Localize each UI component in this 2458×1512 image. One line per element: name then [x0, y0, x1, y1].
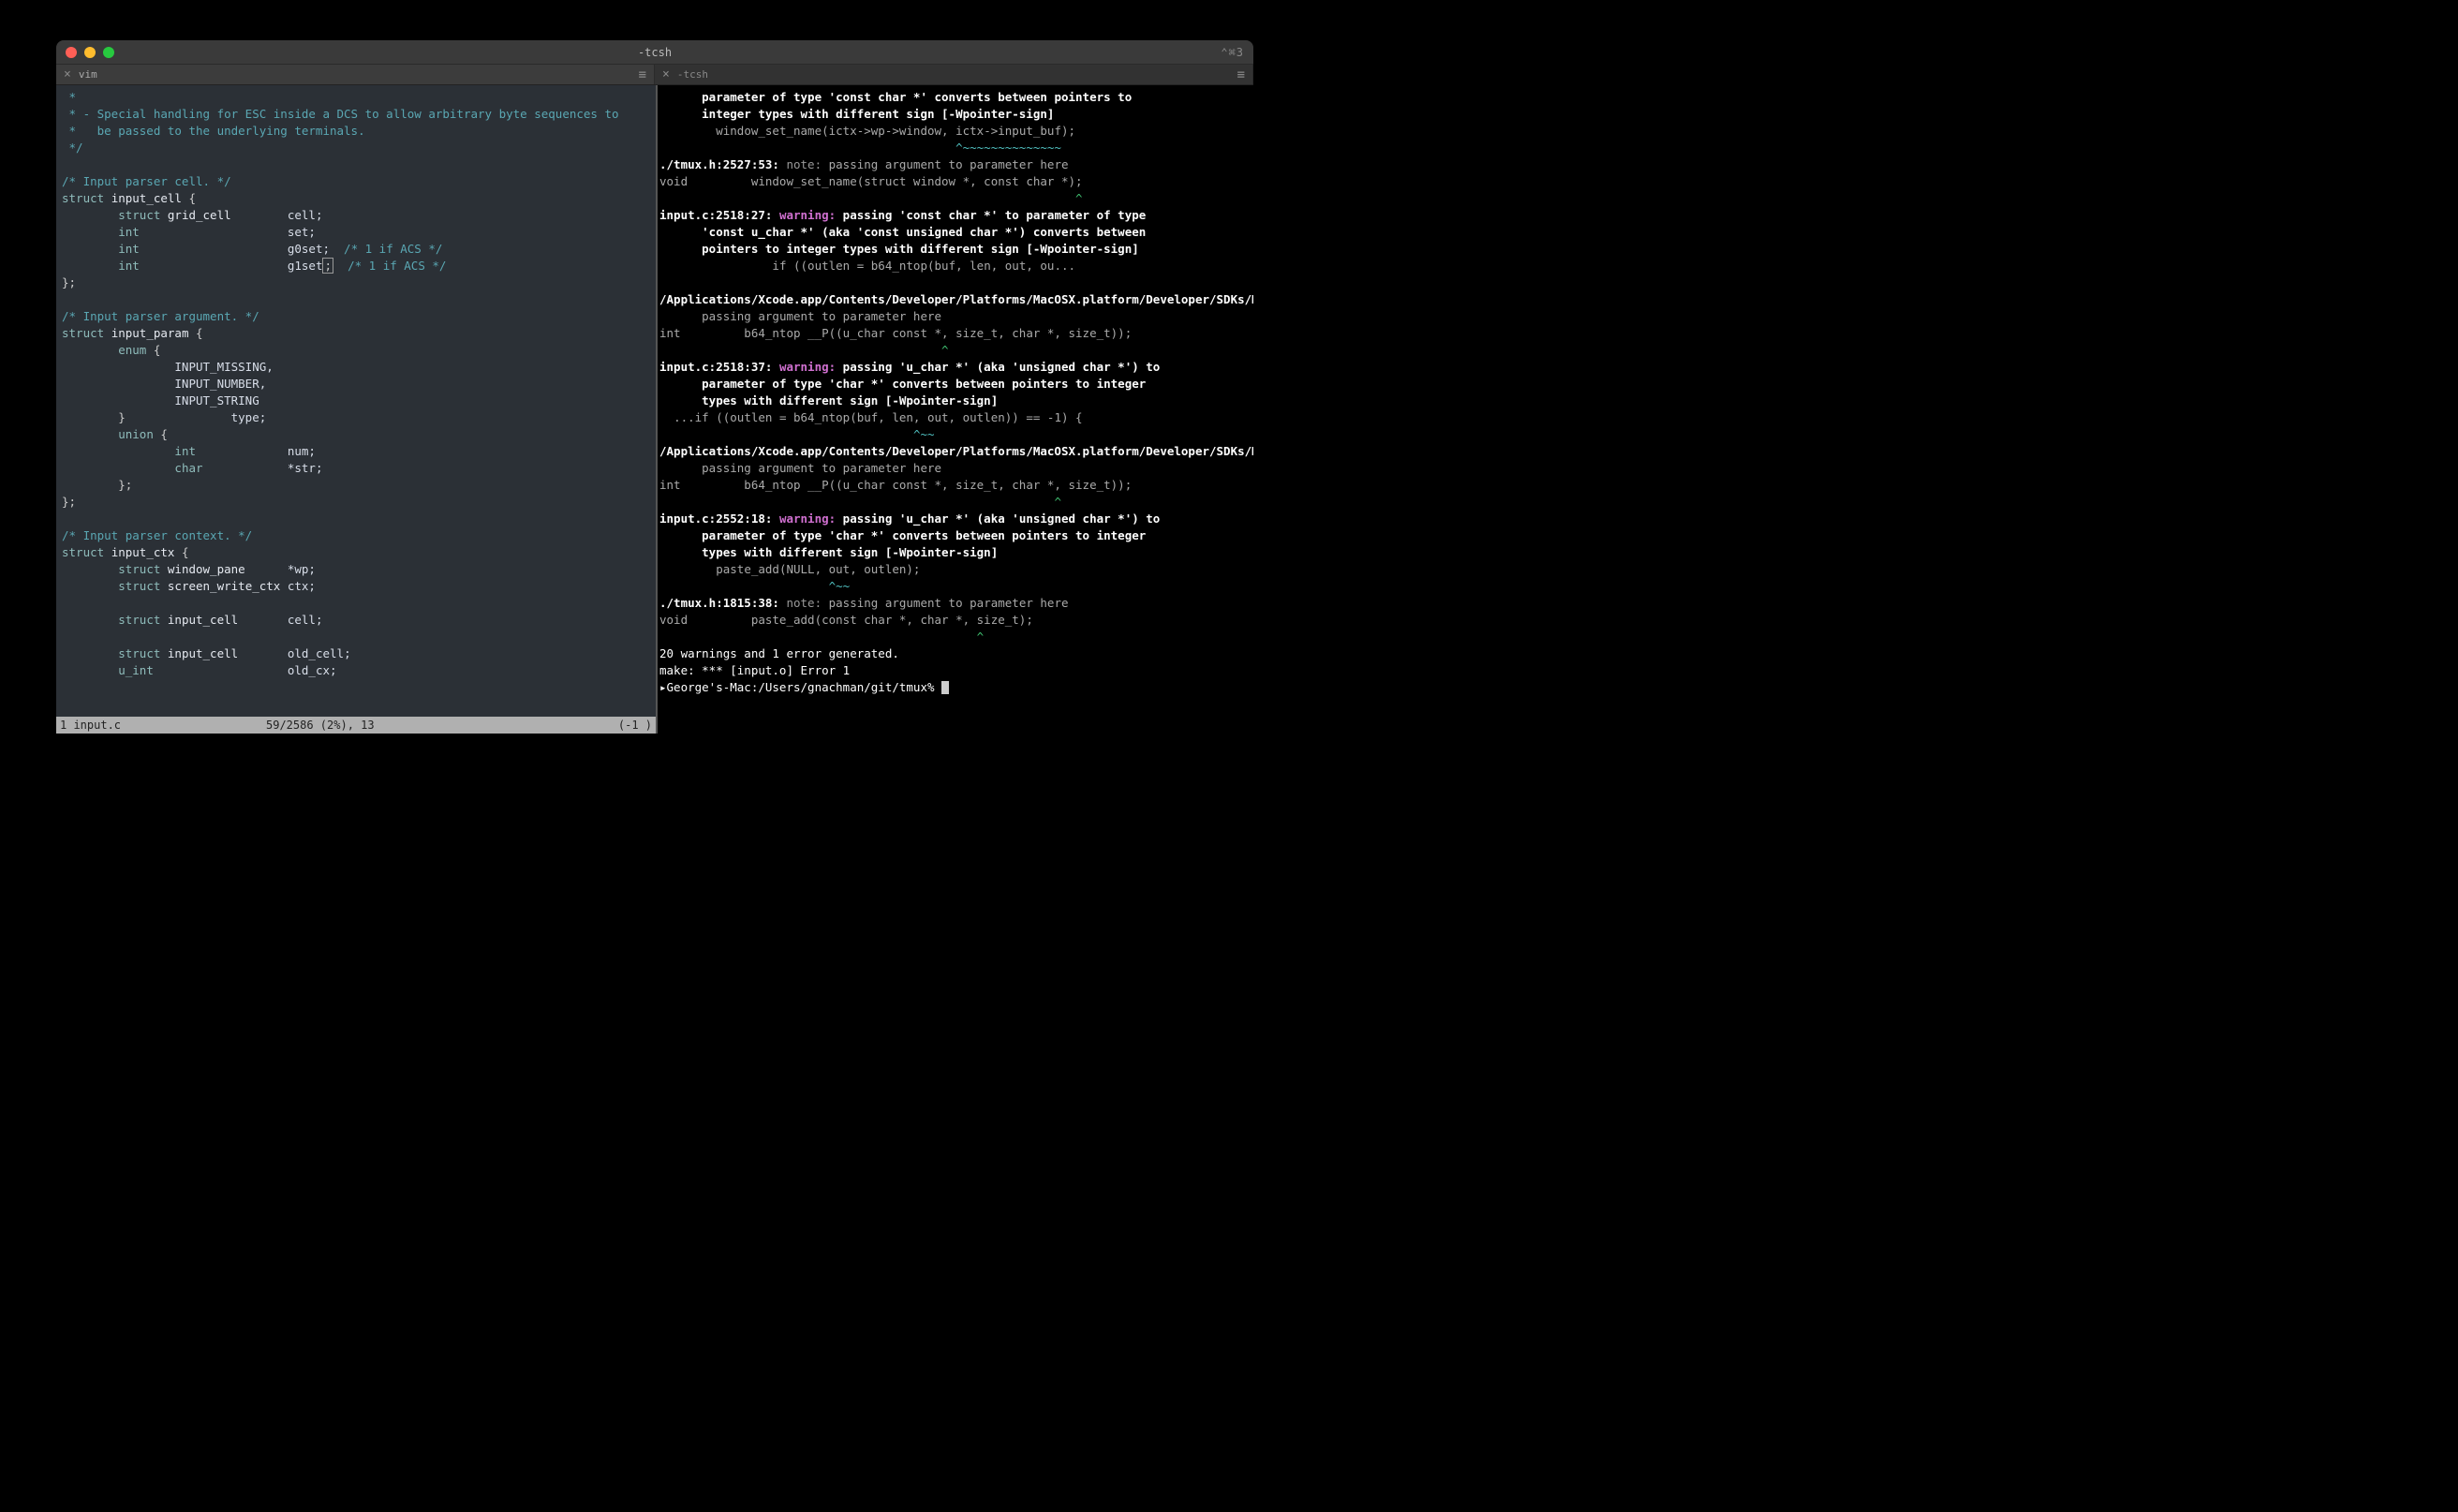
- window-title: -tcsh: [638, 46, 672, 59]
- hamburger-icon[interactable]: ≡: [639, 67, 646, 82]
- traffic-lights: [66, 47, 114, 58]
- vim-pane[interactable]: * * - Special handling for ESC inside a …: [56, 85, 658, 734]
- zoom-icon[interactable]: [103, 47, 114, 58]
- titlebar: -tcsh ⌃⌘3: [56, 40, 1253, 65]
- terminal-window: -tcsh ⌃⌘3 × vim ≡ × -tcsh ≡ * * - Specia…: [56, 40, 1253, 734]
- close-icon[interactable]: [66, 47, 77, 58]
- vim-buffer: * * - Special handling for ESC inside a …: [62, 89, 650, 679]
- tab-label: -tcsh: [677, 68, 708, 81]
- close-icon[interactable]: ×: [662, 67, 670, 82]
- status-position: 59/2586 (2%), 13: [266, 717, 375, 734]
- window-shortcut: ⌃⌘3: [1221, 46, 1244, 59]
- compiler-output: parameter of type 'const char *' convert…: [659, 89, 1248, 696]
- tab-vim[interactable]: × vim ≡: [56, 65, 655, 84]
- tab-label: vim: [79, 68, 97, 81]
- status-filename: 1 input.c: [60, 717, 121, 734]
- status-right: (-1 ): [618, 717, 652, 734]
- vim-statusbar: 1 input.c 59/2586 (2%), 13 (-1 ): [56, 717, 656, 734]
- tab-tcsh[interactable]: × -tcsh ≡: [655, 65, 1253, 84]
- split-panes: * * - Special handling for ESC inside a …: [56, 85, 1253, 734]
- hamburger-icon[interactable]: ≡: [1237, 67, 1245, 82]
- compiler-pane[interactable]: parameter of type 'const char *' convert…: [658, 85, 1253, 734]
- tabbar: × vim ≡ × -tcsh ≡: [56, 65, 1253, 85]
- minimize-icon[interactable]: [84, 47, 96, 58]
- close-icon[interactable]: ×: [64, 67, 71, 82]
